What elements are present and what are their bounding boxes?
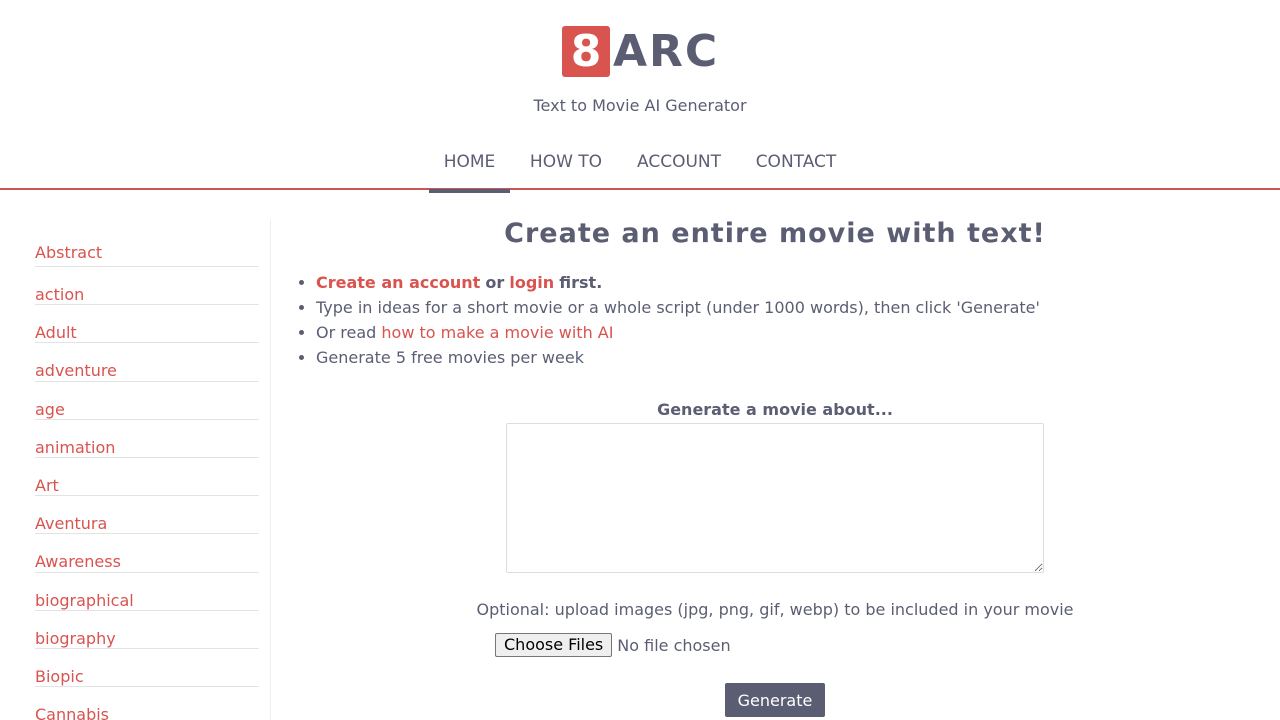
nav-contact[interactable]: CONTACT xyxy=(745,140,847,190)
category-link[interactable]: Adult xyxy=(35,305,259,344)
bullet-account: Create an account or login first. xyxy=(316,272,1258,297)
logo[interactable]: 8 ARC xyxy=(562,26,719,77)
nav-home[interactable]: HOME xyxy=(429,140,510,193)
category-link[interactable]: Awareness xyxy=(35,534,259,573)
intro-bullets: Create an account or login first. Type i… xyxy=(298,272,1258,372)
tagline: Text to Movie AI Generator xyxy=(533,96,747,115)
no-file-text: No file chosen xyxy=(617,635,731,655)
nav-how-to[interactable]: HOW TO xyxy=(518,140,614,190)
bullet-instructions: Type in ideas for a short movie or a who… xyxy=(316,297,1258,322)
category-link[interactable]: animation xyxy=(35,420,259,458)
category-sidebar: Abstract action Adult adventure age anim… xyxy=(0,220,271,720)
category-link[interactable]: Art xyxy=(35,458,259,497)
category-list: Abstract action Adult adventure age anim… xyxy=(35,220,259,720)
bullet-howto: Or read how to make a movie with AI xyxy=(316,322,1258,347)
category-link[interactable]: Aventura xyxy=(35,496,259,535)
category-link[interactable]: adventure xyxy=(35,343,259,382)
logo-number: 8 xyxy=(562,26,610,77)
file-input: Choose Files No file chosen xyxy=(495,633,731,657)
login-link[interactable]: login xyxy=(509,273,554,292)
category-link[interactable]: biography xyxy=(35,611,259,649)
bullet-howto-prefix: Or read xyxy=(316,323,377,342)
bullet-first: first. xyxy=(559,273,603,292)
main-nav: HOME HOW TO ACCOUNT CONTACT xyxy=(0,140,1280,193)
logo-text: ARC xyxy=(613,25,720,77)
category-link[interactable]: Abstract xyxy=(35,220,259,267)
category-link[interactable]: action xyxy=(35,267,259,306)
bullet-free-limit: Generate 5 free movies per week xyxy=(316,347,1258,372)
nav-account[interactable]: ACCOUNT xyxy=(626,140,732,190)
category-link[interactable]: biographical xyxy=(35,573,259,611)
movie-idea-textarea[interactable] xyxy=(506,423,1044,573)
choose-files-button[interactable]: Choose Files xyxy=(495,633,613,657)
category-link[interactable]: Biopic xyxy=(35,649,259,688)
page-title: Create an entire movie with text! xyxy=(504,218,1046,249)
category-link[interactable]: Cannabis xyxy=(35,687,259,720)
create-account-link[interactable]: Create an account xyxy=(316,273,480,292)
generate-button[interactable]: Generate xyxy=(725,683,825,717)
upload-label: Optional: upload images (jpg, png, gif, … xyxy=(476,600,1074,619)
howto-link[interactable]: how to make a movie with AI xyxy=(381,323,613,342)
generate-label: Generate a movie about... xyxy=(657,400,893,419)
bullet-or: or xyxy=(485,273,505,292)
category-link[interactable]: age xyxy=(35,382,259,420)
